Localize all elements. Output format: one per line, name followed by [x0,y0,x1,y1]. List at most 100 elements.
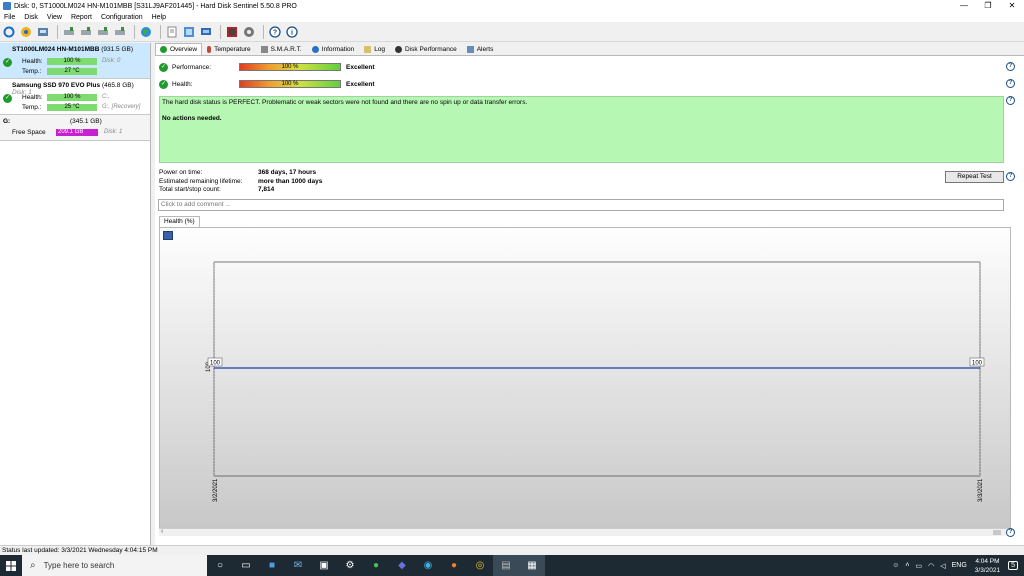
disk-entry-0[interactable]: ST1000LM024 HN-M101MBB (931.5 GB) ✓ Heal… [0,43,150,79]
person-icon[interactable]: ☺ [892,562,899,569]
gear-icon[interactable] [242,25,256,39]
power-on-label: Power on time: [159,169,203,176]
scan-icon[interactable] [19,25,33,39]
clock[interactable]: 4:04 PM 3/3/2021 [975,557,1000,575]
settings-icon[interactable] [182,25,196,39]
volume-entry[interactable]: G: (345.1 GB) Free Space 209.1 GB Disk: … [0,115,150,141]
free-space-label: Free Space [12,129,46,136]
drive-icon-1[interactable] [62,25,76,39]
temp-label: Temp.: [22,67,42,75]
tab-bar: Overview Temperature S.M.A.R.T. Informat… [155,43,1024,55]
menu-bar: File Disk View Report Configuration Help [0,12,1024,22]
menu-help[interactable]: Help [152,14,166,21]
drive-icon-4[interactable] [113,25,127,39]
disk-size: (931.5 GB) [101,46,134,53]
repeat-test-button[interactable]: Repeat Test [945,171,1004,183]
smart-icon [260,46,268,53]
tab-information[interactable]: Information [307,44,360,55]
help-icon[interactable]: ? [1006,96,1015,105]
close-button[interactable]: ✕ [1000,0,1024,12]
globe-icon[interactable] [139,25,153,39]
menu-report[interactable]: Report [71,14,92,21]
windows-start-icon[interactable] [0,555,22,576]
vs-code-icon[interactable]: ◆ [389,555,415,576]
hd-sentinel-taskbar-icon[interactable]: ▤ [493,555,519,576]
tab-smart[interactable]: S.M.A.R.T. [256,44,307,55]
partition-note: G:, [Recovery] [102,104,141,110]
network-icon[interactable] [199,25,213,39]
tab-disk-performance[interactable]: Disk Performance [390,44,462,55]
plot-area [213,261,981,477]
performance-label: Performance: [172,63,212,71]
report-icon[interactable] [165,25,179,39]
health-bar: 100 % [47,93,97,101]
tab-alerts[interactable]: Alerts [462,44,499,55]
taskbar-search-input[interactable]: ⌕ Type here to search [22,555,207,576]
disk-name: ST1000LM024 HN-M101MBB [12,46,100,53]
start-stop-label: Total start/stop count: [159,186,221,193]
health-bar: 100 % [239,80,341,88]
lifetime-value: more than 1000 days [258,178,323,185]
wifi-icon[interactable]: ◠ [928,562,934,570]
battery-icon[interactable]: ▭ [915,562,922,570]
drive-icon-3[interactable] [96,25,110,39]
check-icon: ✓ [159,62,168,72]
svg-text:i: i [291,28,293,36]
power-on-value: 368 days, 17 hours [258,169,317,176]
volume-disk-note: Disk: 1 [104,129,123,135]
help-icon[interactable]: ? [1006,528,1015,537]
tab-log[interactable]: Log [359,44,390,55]
info-icon[interactable]: i [285,25,299,39]
window-taskbar-icon[interactable]: ▦ [519,555,545,576]
status-bar: Status last updated: 3/3/2021 Wednesday … [0,545,1024,555]
toolbar-separator [263,24,264,39]
help-icon[interactable]: ? [1006,172,1015,181]
lifetime-row: Estimated remaining lifetime: more than … [159,178,322,186]
help-icon[interactable]: ? [1006,79,1015,88]
performance-bar: 100 % [239,63,341,71]
scroll-thumb[interactable] [993,530,1001,535]
refresh-icon[interactable] [2,25,16,39]
cortana-icon[interactable]: ○ [207,555,233,576]
x-tick-end: 3/3/2021 [978,478,984,502]
menu-disk[interactable]: Disk [24,14,38,21]
shopping-bag-icon[interactable]: ▣ [311,555,337,576]
health-label: Health: [172,80,193,88]
firefox-icon[interactable]: ● [441,555,467,576]
disk-icon[interactable] [36,25,50,39]
menu-configuration[interactable]: Configuration [101,14,143,21]
help-icon[interactable]: ? [268,25,282,39]
help-icon[interactable]: ? [1006,62,1015,71]
notification-badge[interactable]: 5 [1008,561,1018,570]
tab-temperature[interactable]: Temperature [202,44,256,55]
task-view-icon[interactable]: ▭ [233,555,259,576]
chip-icon[interactable] [225,25,239,39]
comment-input[interactable]: Click to add comment ... [158,199,1004,211]
store-icon[interactable]: ■ [259,555,285,576]
chrome-icon[interactable]: ◎ [467,555,493,576]
settings-app-icon[interactable]: ⚙ [337,555,363,576]
x-tick-start: 3/2/2021 [213,478,219,502]
volume-size: (345.1 GB) [70,118,102,125]
whatsapp-icon[interactable]: ● [363,555,389,576]
clock-time: 4:04 PM [975,557,1000,565]
menu-file[interactable]: File [4,14,15,21]
edge-icon[interactable]: ◉ [415,555,441,576]
taskbar: ⌕ Type here to search ○ ▭ ■ ✉ ▣ ⚙ ● ◆ ◉ ●… [0,555,1024,576]
scroll-left-icon[interactable]: ‹ [161,528,163,535]
disk-entry-1[interactable]: Samsung SSD 970 EVO Plus (465.8 GB) Disk… [0,79,150,115]
language-indicator[interactable]: ENG [952,562,967,569]
chevron-up-icon[interactable]: ˄ [905,562,909,569]
menu-view[interactable]: View [47,14,62,21]
chart-tab-health[interactable]: Health (%) [159,216,200,227]
clock-date: 3/3/2021 [974,566,1001,574]
maximize-button[interactable]: ❐ [976,0,1000,12]
health-label: Health: [22,57,43,65]
drive-icon-2[interactable] [79,25,93,39]
tab-overview[interactable]: Overview [155,43,203,55]
minimize-button[interactable]: — [952,0,976,12]
svg-text:100: 100 [972,360,983,366]
mail-icon[interactable]: ✉ [285,555,311,576]
horizontal-scrollbar[interactable]: ‹ [159,528,1011,536]
volume-icon[interactable]: ◁ [940,562,945,570]
